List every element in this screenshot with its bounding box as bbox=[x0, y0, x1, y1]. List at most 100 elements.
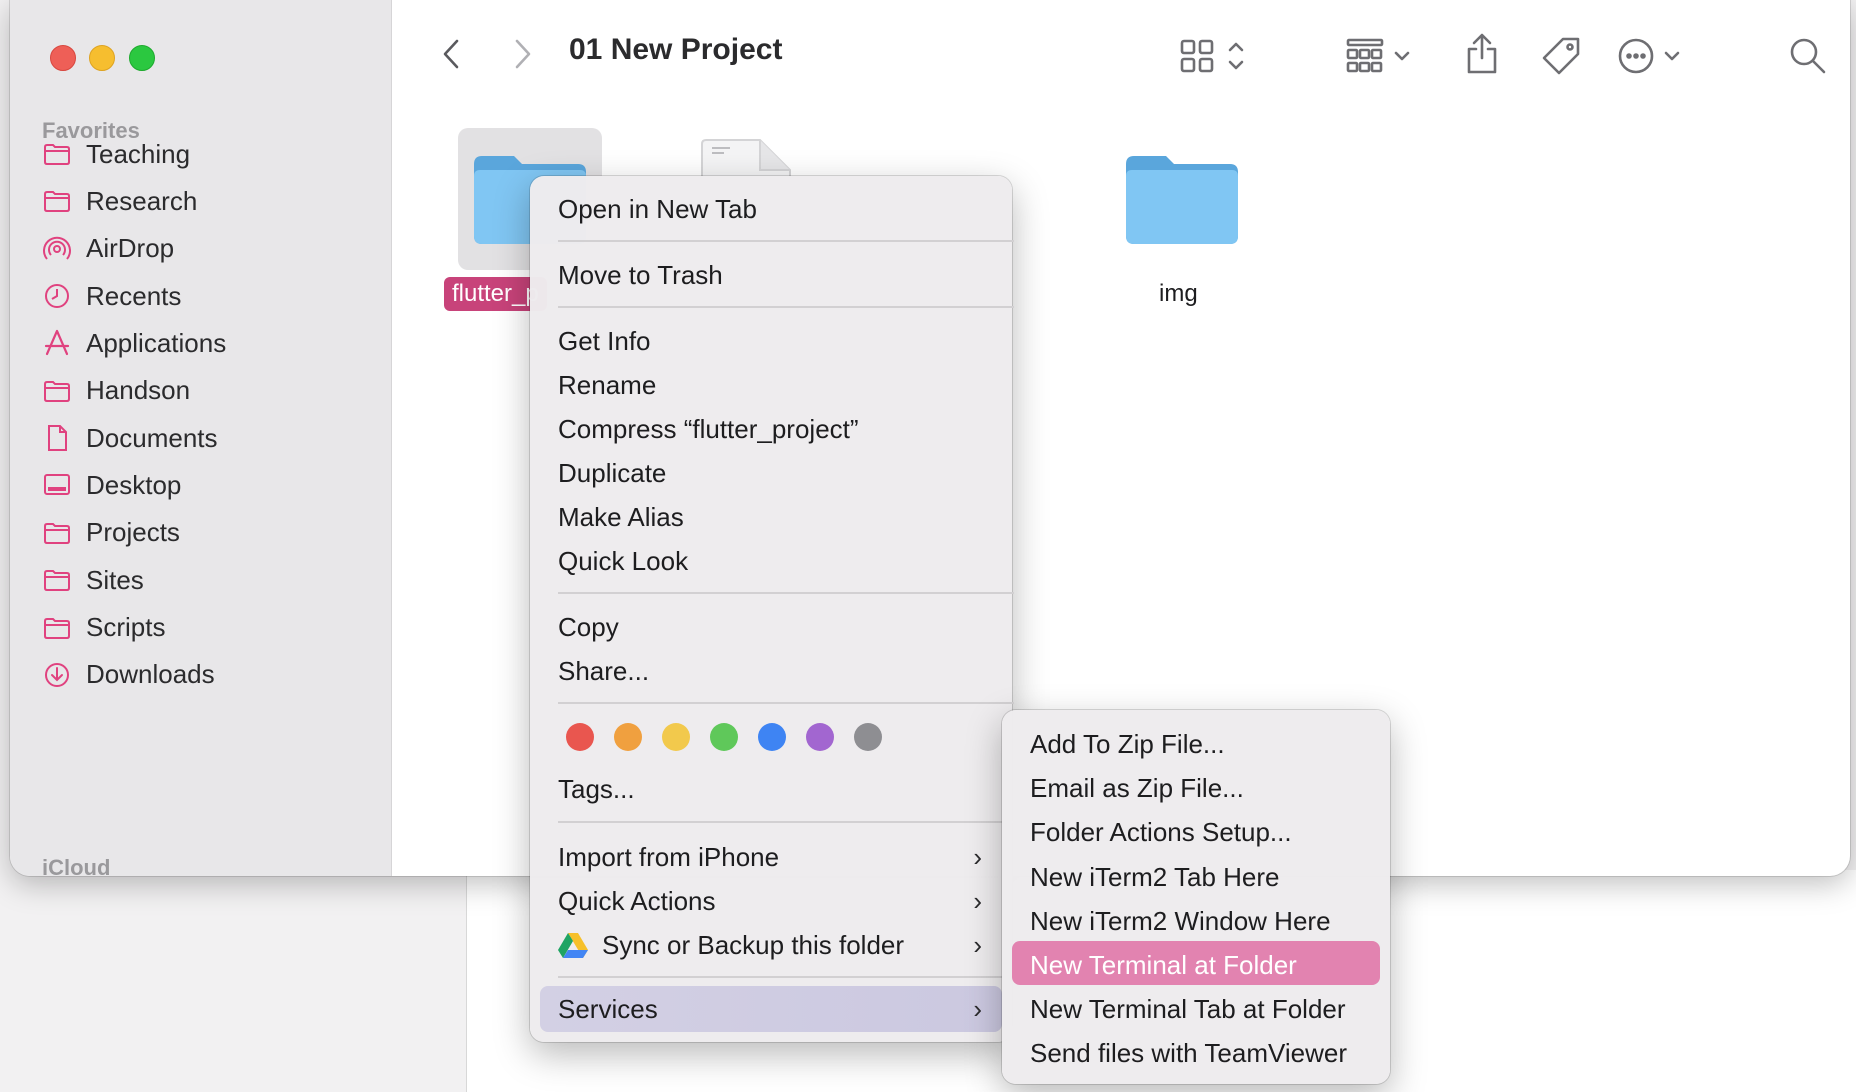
menu-tags[interactable]: Tags... bbox=[558, 769, 635, 809]
folder-icon bbox=[42, 139, 72, 169]
menu-make-alias[interactable]: Make Alias bbox=[558, 497, 684, 537]
clock-icon bbox=[42, 281, 72, 311]
menu-copy[interactable]: Copy bbox=[558, 607, 619, 647]
menu-import-from-iphone[interactable]: Import from iPhone bbox=[558, 837, 988, 877]
search-button[interactable] bbox=[1786, 34, 1830, 78]
submenu-item[interactable]: Send files with TeamViewer bbox=[1030, 1033, 1347, 1073]
menu-rename[interactable]: Rename bbox=[558, 365, 656, 405]
group-by-icon bbox=[1346, 38, 1410, 73]
sidebar-item-recents[interactable]: Recents bbox=[42, 274, 181, 318]
menu-separator bbox=[558, 306, 1014, 308]
menu-duplicate[interactable]: Duplicate bbox=[558, 453, 666, 493]
menu-separator bbox=[558, 240, 1014, 242]
airdrop-icon bbox=[42, 234, 72, 264]
more-actions-button[interactable] bbox=[1616, 34, 1686, 78]
menu-quick-look[interactable]: Quick Look bbox=[558, 541, 688, 581]
menu-separator bbox=[558, 592, 1014, 594]
sidebar-item-applications[interactable]: Applications bbox=[42, 321, 226, 365]
grid-view-icon bbox=[1180, 39, 1244, 73]
sidebar-item-handson[interactable]: Handson bbox=[42, 369, 190, 413]
download-icon bbox=[42, 660, 72, 690]
sidebar-item-label: Downloads bbox=[86, 659, 215, 690]
menu-separator bbox=[558, 702, 1014, 704]
sidebar-item-label: AirDrop bbox=[86, 233, 175, 264]
folder-icon bbox=[42, 613, 72, 643]
menu-sync-backup[interactable]: Sync or Backup this folder bbox=[558, 925, 988, 965]
sidebar-item-label: Recents bbox=[86, 280, 182, 311]
sidebar-item-label: Teaching bbox=[86, 138, 191, 169]
sidebar-item-label: Handson bbox=[86, 375, 191, 406]
chevron-right-icon: › bbox=[973, 994, 982, 1024]
submenu-item[interactable]: New Terminal Tab at Folder bbox=[1030, 989, 1346, 1029]
submenu-item[interactable]: Folder Actions Setup... bbox=[1030, 812, 1292, 852]
tags-button[interactable] bbox=[1540, 34, 1584, 78]
sidebar: Favorites Teaching Research AirDrop Recents… bbox=[10, 0, 392, 876]
group-button[interactable] bbox=[1344, 36, 1424, 76]
sidebar-item-sites[interactable]: Sites bbox=[42, 558, 144, 602]
forward-button[interactable] bbox=[504, 36, 540, 72]
chevron-right-icon bbox=[515, 39, 531, 69]
sidebar-item-teaching[interactable]: Teaching bbox=[42, 132, 190, 176]
sidebar-item-desktop[interactable]: Desktop bbox=[42, 463, 181, 507]
folder-icon bbox=[42, 186, 72, 216]
folder-icon bbox=[42, 518, 72, 548]
applications-icon bbox=[42, 328, 72, 358]
tag-color-dot[interactable] bbox=[710, 723, 738, 751]
menu-compress[interactable]: Compress “flutter_project” bbox=[558, 409, 859, 449]
chevron-right-icon: › bbox=[973, 886, 982, 916]
menu-quick-actions[interactable]: Quick Actions bbox=[558, 881, 988, 921]
tag-color-dot[interactable] bbox=[806, 723, 834, 751]
google-drive-icon bbox=[558, 933, 588, 958]
folder-icon bbox=[42, 565, 72, 595]
submenu-item[interactable]: New iTerm2 Tab Here bbox=[1030, 857, 1280, 897]
folder-img-label[interactable]: img bbox=[1159, 280, 1198, 308]
submenu-item[interactable]: New iTerm2 Window Here bbox=[1030, 901, 1331, 941]
tag-color-dot[interactable] bbox=[566, 723, 594, 751]
document-icon bbox=[42, 423, 72, 453]
sidebar-item-projects[interactable]: Projects bbox=[42, 511, 180, 555]
folder-img[interactable] bbox=[1122, 140, 1242, 255]
tag-color-dot[interactable] bbox=[854, 723, 882, 751]
back-button[interactable] bbox=[434, 36, 470, 72]
sidebar-item-research[interactable]: Research bbox=[42, 179, 197, 223]
search-icon bbox=[1790, 38, 1826, 74]
submenu-item[interactable]: Add To Zip File... bbox=[1030, 724, 1225, 764]
sidebar-item-label: Applications bbox=[86, 327, 227, 358]
chevron-left-icon bbox=[443, 39, 459, 69]
sidebar-item-label: Desktop bbox=[86, 469, 182, 500]
sidebar-item-airdrop[interactable]: AirDrop bbox=[42, 227, 174, 271]
submenu-item[interactable]: Email as Zip File... bbox=[1030, 768, 1244, 808]
minimize-window-button[interactable] bbox=[89, 45, 115, 71]
folder-icon bbox=[42, 376, 72, 406]
submenu-item[interactable]: New Terminal at Folder bbox=[1030, 945, 1297, 985]
menu-separator bbox=[558, 976, 1014, 978]
menu-sync-backup-label: Sync or Backup this folder bbox=[602, 930, 905, 960]
menu-separator bbox=[558, 821, 1014, 823]
sidebar-item-label: Sites bbox=[86, 564, 144, 595]
menu-share[interactable]: Share... bbox=[558, 651, 649, 691]
sidebar-item-documents[interactable]: Documents bbox=[42, 416, 218, 460]
tag-color-dot[interactable] bbox=[614, 723, 642, 751]
tag-color-dot[interactable] bbox=[758, 723, 786, 751]
tag-icon bbox=[1542, 37, 1580, 75]
tag-color-dot[interactable] bbox=[662, 723, 690, 751]
sidebar-item-downloads[interactable]: Downloads bbox=[42, 653, 215, 697]
chevron-right-icon: › bbox=[973, 930, 982, 960]
share-button[interactable] bbox=[1462, 30, 1502, 78]
icloud-section-label: iCloud bbox=[42, 855, 111, 876]
document-file-icon bbox=[701, 139, 791, 176]
sidebar-item-scripts[interactable]: Scripts bbox=[42, 606, 165, 650]
menu-open-in-new-tab[interactable]: Open in New Tab bbox=[558, 189, 757, 229]
close-window-button[interactable] bbox=[50, 45, 76, 71]
sidebar-item-label: Documents bbox=[86, 422, 218, 453]
context-menu: Open in New Tab Move to Trash Get Info R… bbox=[530, 176, 1014, 1042]
menu-import-from-iphone-label: Import from iPhone bbox=[558, 842, 780, 872]
sidebar-item-label: Scripts bbox=[86, 612, 166, 642]
menu-services[interactable]: Services bbox=[558, 989, 988, 1029]
sidebar-item-label: Research bbox=[86, 185, 198, 216]
menu-get-info[interactable]: Get Info bbox=[558, 321, 651, 361]
ellipsis-circle-icon bbox=[1618, 38, 1680, 74]
view-mode-button[interactable] bbox=[1178, 36, 1258, 76]
menu-move-to-trash[interactable]: Move to Trash bbox=[558, 255, 723, 295]
zoom-window-button[interactable] bbox=[129, 45, 155, 71]
